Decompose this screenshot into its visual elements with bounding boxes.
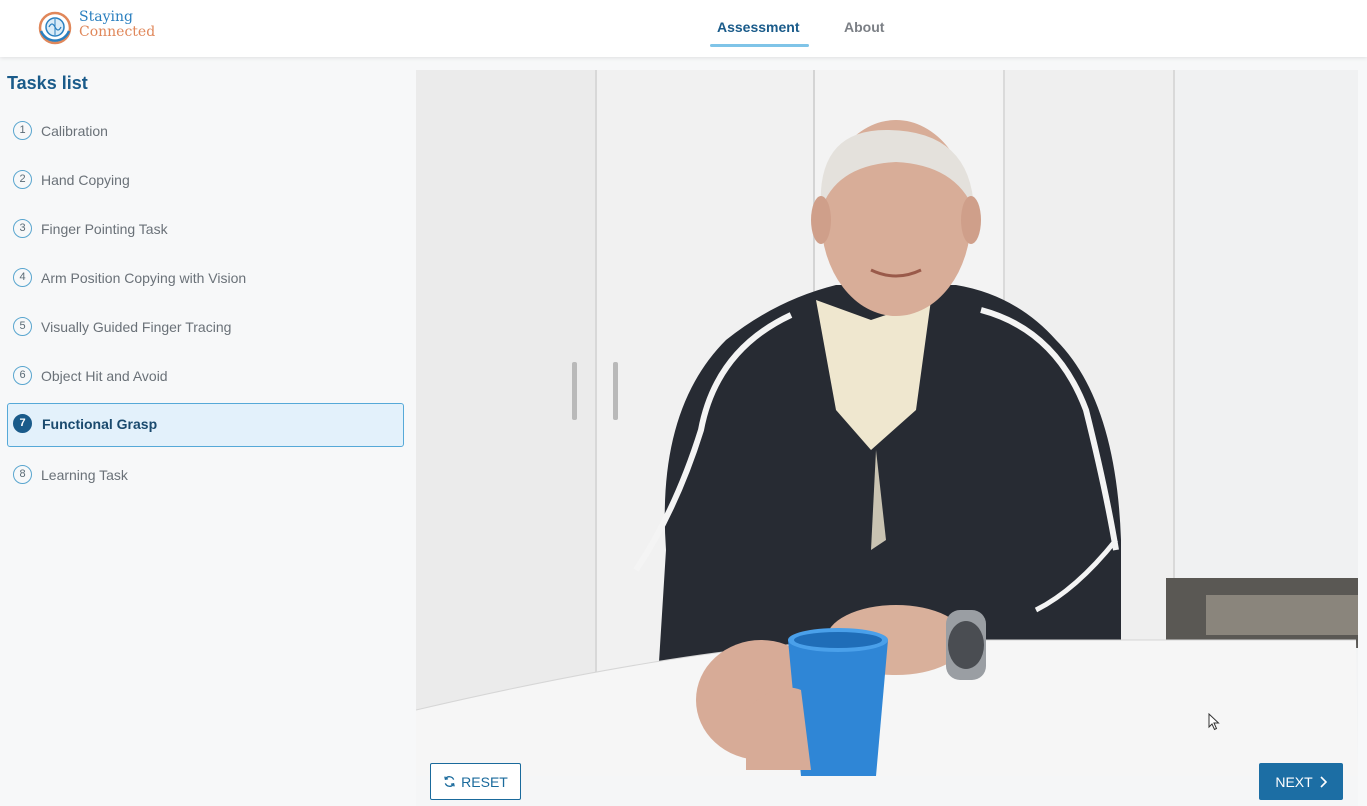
webcam-video-feed (416, 70, 1358, 776)
task-item-finger-tracing[interactable]: 5 Visually Guided Finger Tracing (7, 306, 404, 349)
task-number-badge: 2 (13, 170, 32, 189)
brain-logo-icon (38, 11, 72, 45)
task-item-hand-copying[interactable]: 2 Hand Copying (7, 159, 404, 202)
reset-button[interactable]: RESET (430, 763, 521, 800)
task-number-badge: 3 (13, 219, 32, 238)
task-label: Finger Pointing Task (41, 221, 168, 237)
nav-tab-about[interactable]: About (844, 19, 884, 35)
chevron-right-icon (1320, 775, 1327, 788)
webcam-scene (416, 70, 1358, 776)
task-item-learning-task[interactable]: 8 Learning Task (7, 454, 404, 497)
logo-text-line1: Staying (79, 9, 133, 25)
next-button[interactable]: NEXT (1259, 763, 1343, 800)
task-number-badge: 6 (13, 366, 32, 385)
assessment-panel: RESET NEXT (416, 70, 1358, 806)
task-item-calibration[interactable]: 1 Calibration (7, 110, 404, 153)
active-tab-indicator (710, 44, 809, 47)
task-number-badge: 8 (13, 465, 32, 484)
refresh-icon (444, 776, 455, 787)
app-header: Staying Connected Assessment About (0, 0, 1367, 57)
task-label: Arm Position Copying with Vision (41, 270, 247, 286)
reset-button-label: RESET (461, 773, 508, 790)
task-item-object-hit-avoid[interactable]: 6 Object Hit and Avoid (7, 355, 404, 398)
task-number-badge: 4 (13, 268, 32, 287)
task-number-badge: 5 (13, 317, 32, 336)
nav-tab-assessment[interactable]: Assessment (717, 19, 800, 35)
task-number-badge: 1 (13, 121, 32, 140)
task-item-functional-grasp[interactable]: 7 Functional Grasp (7, 403, 404, 447)
controls-bar (416, 776, 1358, 806)
task-label: Calibration (41, 123, 108, 139)
task-number-badge: 7 (13, 414, 32, 433)
task-item-arm-position-copying[interactable]: 4 Arm Position Copying with Vision (7, 257, 404, 300)
tasks-list-title: Tasks list (7, 73, 88, 93)
logo-text: Staying Connected (79, 10, 155, 40)
tasks-sidebar: Tasks list 1 Calibration 2 Hand Copying … (0, 57, 413, 806)
logo-text-line2: Connected (79, 24, 156, 40)
task-label: Functional Grasp (42, 416, 158, 432)
next-button-label: NEXT (1275, 773, 1313, 790)
task-label: Object Hit and Avoid (41, 368, 168, 384)
task-label: Hand Copying (41, 172, 130, 188)
mouse-cursor-icon (1208, 713, 1220, 731)
task-item-finger-pointing[interactable]: 3 Finger Pointing Task (7, 208, 404, 251)
task-label: Learning Task (41, 467, 128, 483)
task-label: Visually Guided Finger Tracing (41, 319, 232, 335)
app-logo[interactable]: Staying Connected (38, 9, 168, 49)
